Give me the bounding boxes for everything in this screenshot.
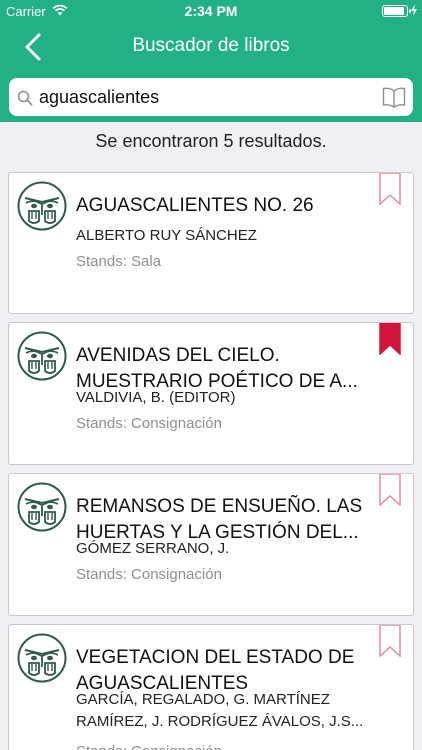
book-card[interactable]: AGUASCALIENTES NO. 26 ALBERTO RUY SÁNCHEZ…	[8, 172, 414, 314]
bookmark-icon[interactable]	[379, 625, 401, 657]
search-icon	[17, 90, 33, 106]
battery-icon	[382, 5, 411, 17]
results-count: Se encontraron 5 resultados.	[95, 131, 327, 151]
book-stands: Stands: Consignación	[76, 566, 222, 583]
book-author: ALBERTO RUY SÁNCHEZ	[76, 227, 257, 244]
book-fair-logo	[17, 331, 67, 381]
book-stands: Stands: Sala	[76, 253, 162, 270]
book-title: AGUASCALIENTES NO. 26	[76, 195, 314, 216]
bookmark-icon[interactable]	[379, 173, 401, 205]
book-fair-logo	[17, 482, 67, 532]
search-input[interactable]	[39, 84, 369, 110]
page-title: Buscador de libros	[132, 35, 290, 56]
book-stands: Stands: Consignación	[76, 415, 222, 432]
charging-icon	[411, 4, 417, 16]
search-bar	[9, 78, 413, 116]
book-author: VALDIVIA, B. (EDITOR)	[76, 389, 236, 406]
bookmark-icon[interactable]	[379, 323, 401, 355]
status-bar: Carrier 2:34 PM	[0, 0, 422, 22]
app-header: Carrier 2:34 PM Buscador de libros	[0, 0, 422, 122]
open-book-icon[interactable]	[382, 86, 406, 108]
book-author: GÓMEZ SERRANO, J.	[76, 540, 230, 557]
book-card[interactable]: REMANSOS DE ENSUEÑO. LAS HUERTAS Y LA GE…	[8, 473, 414, 616]
book-card[interactable]: AVENIDAS DEL CIELO. MUESTRARIO POÉTICO D…	[8, 322, 414, 465]
book-card[interactable]: VEGETACION DEL ESTADO DE AGUASCALIENTES G…	[8, 624, 414, 750]
bookmark-icon[interactable]	[379, 474, 401, 506]
clock: 2:34 PM	[184, 3, 238, 19]
book-author: GARCÍA, REGALADO, G. MARTÍNEZ RAMÍREZ, J…	[76, 691, 364, 730]
book-fair-logo	[17, 633, 67, 683]
book-fair-logo	[17, 181, 67, 231]
book-stands: Stands: Consignación	[76, 743, 222, 750]
